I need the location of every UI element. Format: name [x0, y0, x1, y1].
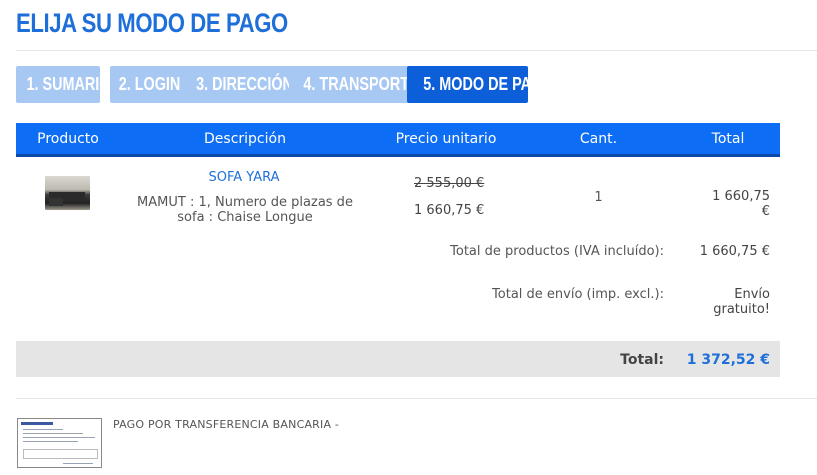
products-total-label: Total de productos (IVA incluído): — [450, 244, 664, 259]
shipping-value-line: Envío — [734, 287, 770, 302]
column-header-description: Descripción — [204, 131, 286, 147]
step-shipping[interactable]: 4. TRANSPORTE — [289, 66, 413, 103]
line-total: 1 660,75 € — [712, 189, 770, 219]
order-total-bar — [16, 341, 780, 377]
doc-header-shape — [21, 422, 53, 425]
payment-method-bank-transfer[interactable]: PAGO POR TRANSFERENCIA BANCARIA - — [113, 418, 339, 431]
page-title: ELIJA SU MODO DE PAGO — [16, 8, 288, 38]
step-label: 5. MODO DE PAGO — [423, 74, 528, 94]
doc-line — [23, 441, 78, 442]
order-total-label: Total: — [620, 352, 664, 368]
step-payment: 5. MODO DE PAGO — [407, 66, 528, 103]
column-header-product: Producto — [37, 131, 99, 147]
doc-line — [23, 437, 95, 438]
step-address[interactable]: 3. DIRECCIÓN — [184, 66, 295, 103]
bank-transfer-document-icon[interactable] — [17, 418, 102, 468]
shipping-total-value: Envío gratuito! — [713, 287, 770, 317]
old-price: 2 555,00 € — [414, 176, 485, 191]
step-login[interactable]: 2. LOGIN — [110, 66, 189, 103]
shipping-value-line: gratuito! — [713, 302, 770, 317]
order-total-value: 1 372,52 € — [686, 352, 770, 368]
item-quantity: 1 — [594, 190, 603, 205]
section-divider — [16, 398, 817, 399]
sofa-chaise-shape — [49, 198, 63, 206]
cart-table-header: Producto Descripción Precio unitario Can… — [16, 123, 780, 157]
shipping-total-label: Total de envío (imp. excl.): — [492, 287, 664, 302]
column-header-total: Total — [711, 131, 745, 147]
product-name-link[interactable]: SOFA YARA — [134, 170, 354, 185]
step-label: 1. SUMARIO — [26, 74, 100, 94]
unit-price: 1 660,75 € — [414, 203, 485, 218]
product-attributes: MAMUT : 1, Numero de plazas de sofa : Ch… — [137, 195, 353, 225]
product-image[interactable] — [45, 176, 90, 210]
products-total-value: 1 660,75 € — [699, 244, 770, 259]
column-header-unit-price: Precio unitario — [395, 131, 497, 147]
step-summary[interactable]: 1. SUMARIO — [16, 66, 100, 103]
step-label: 2. LOGIN — [118, 74, 181, 94]
column-header-quantity: Cant. — [579, 131, 618, 147]
doc-line — [63, 463, 93, 464]
step-label: 3. DIRECCIÓN — [196, 74, 293, 94]
step-label: 4. TRANSPORTE — [303, 74, 413, 94]
doc-line — [23, 429, 63, 430]
doc-box — [23, 449, 98, 459]
heading-divider — [16, 50, 817, 51]
doc-line — [23, 433, 83, 434]
